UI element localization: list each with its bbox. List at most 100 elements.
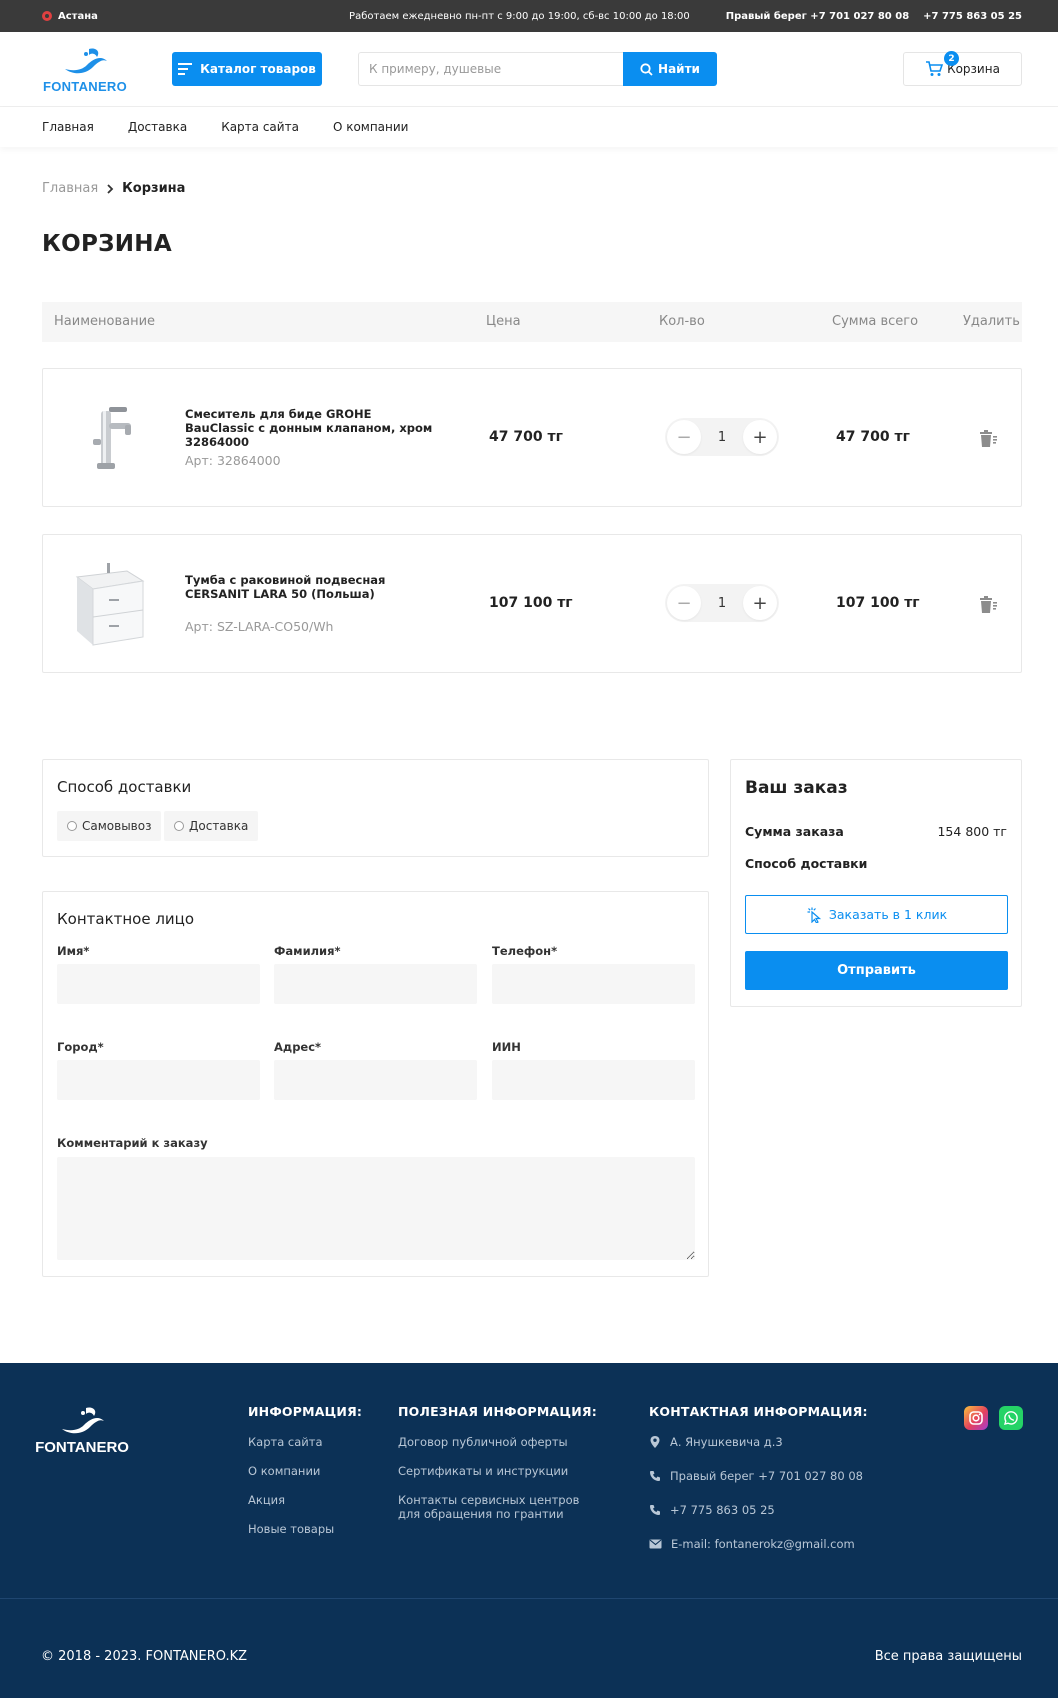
nav-item-home[interactable]: Главная xyxy=(42,120,94,134)
contact-title: Контактное лицо xyxy=(57,910,195,928)
radio-button[interactable] xyxy=(174,821,184,831)
phone-label: Телефон* xyxy=(492,944,558,958)
iin-field[interactable] xyxy=(492,1060,695,1100)
footer-link-offer[interactable]: Договор публичной оферты xyxy=(398,1435,598,1449)
order-title: Ваш заказ xyxy=(745,778,848,798)
search-input[interactable] xyxy=(358,52,623,86)
cursor-click-icon xyxy=(807,907,821,923)
site-header: FONTANERO Каталог товаров Найти 2 Корзин… xyxy=(0,32,1058,107)
logo-wave-icon xyxy=(65,47,107,73)
footer-phone-1[interactable]: Правый берег +7 701 027 80 08 xyxy=(649,1469,868,1483)
nav-item-sitemap[interactable]: Карта сайта xyxy=(221,120,299,134)
footer-address-text: А. Янушкевича д.3 xyxy=(670,1435,783,1449)
instagram-icon[interactable] xyxy=(964,1406,988,1430)
copyright: © 2018 - 2023. FONTANERO.KZ xyxy=(41,1649,248,1664)
trash-icon[interactable] xyxy=(978,595,998,615)
city-selector[interactable]: Астана xyxy=(42,11,98,22)
address-field[interactable] xyxy=(274,1060,477,1100)
phone-icon xyxy=(650,1471,660,1481)
decrease-qty-button[interactable]: − xyxy=(667,420,701,454)
decrease-qty-button[interactable]: − xyxy=(667,586,701,620)
header-qty: Кол-во xyxy=(659,314,705,329)
trash-icon[interactable] xyxy=(978,429,998,449)
submit-order-button[interactable]: Отправить xyxy=(745,951,1008,990)
search-bar: Найти xyxy=(358,52,717,86)
cart-table-header: Наименование Цена Кол-во Сумма всего Уда… xyxy=(42,302,1022,342)
city-label: Астана xyxy=(58,10,98,22)
search-button-label: Найти xyxy=(658,62,700,76)
address-label: Адрес* xyxy=(274,1040,322,1054)
footer-email-text: E-mail: fontanerokz@gmail.com xyxy=(671,1537,855,1551)
product-image[interactable] xyxy=(61,555,157,651)
first-name-label: Имя* xyxy=(57,944,90,958)
footer-phone-2[interactable]: +7 775 863 05 25 xyxy=(649,1503,868,1517)
product-sku: Арт: 32864000 xyxy=(185,453,281,468)
product-total: 107 100 тг xyxy=(836,595,920,611)
order-delivery-label: Способ доставки xyxy=(745,856,868,871)
delivery-option-delivery[interactable]: Доставка xyxy=(164,811,259,841)
product-image[interactable] xyxy=(61,389,157,485)
logo[interactable]: FONTANERO xyxy=(43,45,127,94)
footer-link-certificates[interactable]: Сертификаты и инструкции xyxy=(398,1464,598,1478)
increase-qty-button[interactable]: + xyxy=(743,420,777,454)
whatsapp-icon[interactable] xyxy=(999,1406,1023,1430)
phone-link-2[interactable]: +7 775 863 05 25 xyxy=(923,11,1022,22)
delivery-title: Способ доставки xyxy=(57,778,192,796)
product-price: 47 700 тг xyxy=(489,429,563,445)
footer-link-new-products[interactable]: Новые товары xyxy=(248,1522,362,1536)
cart-count-badge: 2 xyxy=(944,51,959,66)
city-field[interactable] xyxy=(57,1060,260,1100)
location-pin-icon xyxy=(650,1436,660,1448)
footer-email[interactable]: E-mail: fontanerokz@gmail.com xyxy=(649,1537,868,1551)
cart-item-row: Смеситель для биде GROHE BauClassic с до… xyxy=(42,368,1022,507)
footer-info-column: ИНФОРМАЦИЯ: Карта сайта О компании Акция… xyxy=(248,1404,362,1551)
comment-label: Комментарий к заказу xyxy=(57,1136,208,1150)
search-button[interactable]: Найти xyxy=(623,52,717,86)
nav-item-about[interactable]: О компании xyxy=(333,120,409,134)
increase-qty-button[interactable]: + xyxy=(743,586,777,620)
footer-phone-1-text: Правый берег +7 701 027 80 08 xyxy=(670,1469,863,1483)
cart-button[interactable]: 2 Корзина xyxy=(903,51,1022,86)
first-name-field[interactable] xyxy=(57,964,260,1004)
product-sku: Арт: SZ-LARA-CO50/Wh xyxy=(185,619,334,634)
product-name[interactable]: Смеситель для биде GROHE BauClassic с до… xyxy=(185,407,435,449)
footer-link-promo[interactable]: Акция xyxy=(248,1493,362,1507)
logo-wave-icon xyxy=(62,1407,104,1434)
cart-item-row: Тумба с раковиной подвесная CERSANIT LAR… xyxy=(42,534,1022,673)
mail-icon xyxy=(649,1539,662,1549)
quantity-value[interactable]: 1 xyxy=(718,596,726,611)
breadcrumb-home[interactable]: Главная xyxy=(42,181,98,196)
footer-link-sitemap[interactable]: Карта сайта xyxy=(248,1435,362,1449)
radio-button[interactable] xyxy=(67,821,77,831)
cart-icon xyxy=(926,61,944,76)
comment-field[interactable] xyxy=(57,1157,695,1260)
footer-address: А. Янушкевича д.3 xyxy=(649,1435,868,1449)
phone-field[interactable] xyxy=(492,964,695,1004)
main-nav: Главная Доставка Карта сайта О компании xyxy=(0,107,1058,147)
catalog-label: Каталог товаров xyxy=(200,62,316,76)
page-title: КОРЗИНА xyxy=(42,231,172,257)
iin-label: ИИН xyxy=(492,1040,521,1054)
breadcrumb-current: Корзина xyxy=(122,181,186,196)
footer-logo-text: FONTANERO xyxy=(35,1439,129,1456)
quantity-value[interactable]: 1 xyxy=(718,430,726,445)
nav-item-delivery[interactable]: Доставка xyxy=(128,120,187,134)
footer-logo[interactable]: FONTANERO xyxy=(35,1403,129,1456)
phone-link-1[interactable]: Правый берег +7 701 027 80 08 xyxy=(726,11,909,22)
last-name-label: Фамилия* xyxy=(274,944,341,958)
header-delete: Удалить xyxy=(963,314,1020,329)
footer-link-service-centers[interactable]: Контакты сервисных центров для обращения… xyxy=(398,1493,598,1521)
order-sum-label: Сумма заказа xyxy=(745,824,844,839)
quantity-stepper: − 1 + xyxy=(665,584,779,622)
phone-icon xyxy=(650,1505,660,1515)
catalog-button[interactable]: Каталог товаров xyxy=(172,52,322,86)
whatsapp-glyph xyxy=(1004,1411,1018,1425)
delivery-option-pickup[interactable]: Самовывоз xyxy=(57,811,162,841)
breadcrumb: Главная Корзина xyxy=(42,181,185,196)
last-name-field[interactable] xyxy=(274,964,477,1004)
footer-info-title: ИНФОРМАЦИЯ: xyxy=(248,1404,363,1419)
product-name[interactable]: Тумба с раковиной подвесная CERSANIT LAR… xyxy=(185,573,435,601)
footer-link-about[interactable]: О компании xyxy=(248,1464,362,1478)
rights-text: Все права защищены xyxy=(874,1649,1022,1664)
one-click-order-button[interactable]: Заказать в 1 клик xyxy=(745,895,1008,934)
